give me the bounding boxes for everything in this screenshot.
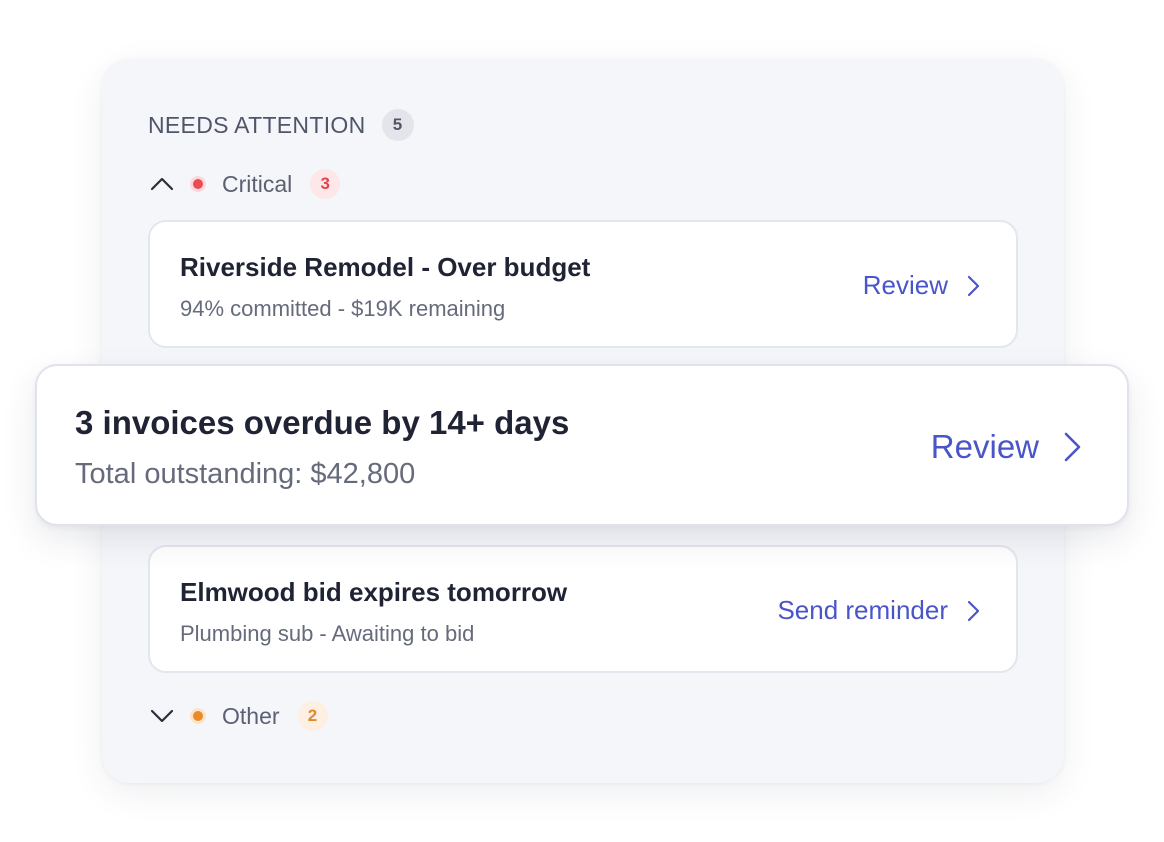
panel-header: NEEDS ATTENTION 5 — [148, 109, 414, 141]
chevron-down-icon[interactable] — [150, 704, 174, 728]
item-subtitle: Total outstanding: $42,800 — [75, 458, 416, 490]
group-header-critical[interactable]: Critical 3 — [150, 169, 341, 199]
action-label: Review — [930, 428, 1039, 465]
attention-item-card-highlighted: 3 invoices overdue by 14+ days Total out… — [35, 364, 1129, 526]
attention-item-card: Elmwood bid expires tomorrow Plumbing su… — [148, 545, 1018, 673]
review-button[interactable]: Review — [863, 270, 980, 301]
attention-item-card: Riverside Remodel - Over budget 94% comm… — [148, 220, 1018, 348]
critical-status-dot — [190, 176, 206, 192]
item-subtitle: Plumbing sub - Awaiting to bid — [180, 621, 475, 646]
chevron-right-icon — [1063, 432, 1081, 462]
item-title: 3 invoices overdue by 14+ days — [75, 404, 570, 441]
item-title: Elmwood bid expires tomorrow — [180, 577, 568, 607]
action-label: Review — [862, 270, 948, 300]
group-label-critical: Critical — [222, 170, 293, 197]
critical-count-badge: 3 — [310, 169, 341, 199]
item-subtitle: 94% committed - $19K remaining — [180, 296, 506, 321]
item-title: Riverside Remodel - Over budget — [180, 252, 591, 282]
other-status-dot — [190, 708, 206, 724]
other-count-badge: 2 — [297, 701, 328, 731]
panel-title: NEEDS ATTENTION — [148, 111, 366, 138]
action-label: Send reminder — [777, 595, 948, 625]
chevron-right-icon — [966, 600, 980, 622]
send-reminder-button[interactable]: Send reminder — [777, 595, 980, 626]
chevron-up-icon[interactable] — [150, 172, 174, 196]
group-label-other: Other — [222, 702, 280, 729]
group-header-other[interactable]: Other 2 — [150, 701, 328, 731]
chevron-right-icon — [966, 275, 980, 297]
total-count-badge: 5 — [381, 109, 414, 141]
review-button[interactable]: Review — [931, 428, 1081, 466]
